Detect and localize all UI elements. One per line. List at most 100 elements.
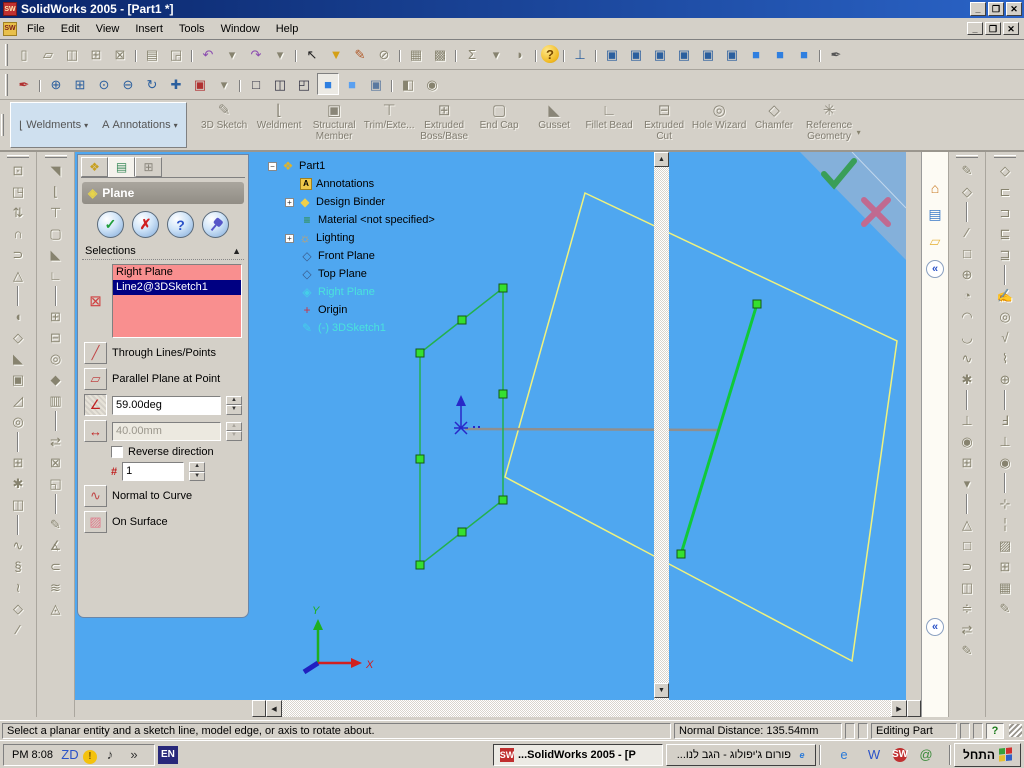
child-restore-button[interactable]: ❐ xyxy=(985,22,1001,35)
zoom-to-selection-icon[interactable]: ⊖ xyxy=(117,74,139,96)
shell-icon[interactable]: ▣ xyxy=(7,369,29,390)
hidden-lines-removed-icon[interactable]: ◰ xyxy=(293,74,315,96)
volume-icon[interactable]: ♪ xyxy=(99,744,121,766)
tables-icon[interactable]: ▦ xyxy=(994,577,1016,598)
print-preview-icon[interactable]: ◲ xyxy=(165,44,187,66)
curve-icon[interactable]: ∿ xyxy=(7,535,29,556)
structural-member-icon[interactable]: ⌊ xyxy=(45,181,67,202)
print-icon[interactable]: ▤ xyxy=(141,44,163,66)
number-of-planes-input[interactable]: 1 xyxy=(122,462,184,481)
through-lines-points-button[interactable]: ╱ xyxy=(84,342,107,364)
selection-item-line2-3dsketch1[interactable]: Line2@3DSketch1 xyxy=(113,280,241,295)
tree-item-right-plane[interactable]: ◈Right Plane xyxy=(268,283,435,301)
new-icon[interactable]: ▯ xyxy=(13,44,35,66)
sketch-vertex-handle[interactable] xyxy=(499,284,507,292)
revision-icon[interactable]: ✎ xyxy=(994,598,1016,619)
surface-finish-icon[interactable]: √ xyxy=(994,327,1016,348)
rotate-view-icon[interactable]: ↻ xyxy=(141,74,163,96)
maximize-button[interactable]: ❐ xyxy=(988,2,1004,16)
cmgr-button-fillet-bead[interactable]: ∟Fillet Bead xyxy=(582,100,637,150)
center-mark-icon[interactable]: ⊹ xyxy=(994,493,1016,514)
configurationmanager-tab[interactable]: ⊞ xyxy=(135,157,162,177)
save-icon[interactable]: ◫ xyxy=(61,44,83,66)
standard-views-dropdown-icon[interactable]: ▾ xyxy=(213,74,235,96)
sketch-vertex-handle[interactable] xyxy=(416,455,424,463)
cancel-button[interactable]: ✗ xyxy=(132,211,159,238)
mirror-entities-icon[interactable]: ◬ xyxy=(45,598,67,619)
plane2-icon[interactable]: ◇ xyxy=(994,160,1016,181)
expand-box-icon[interactable]: + xyxy=(285,234,294,243)
circular-pattern-icon[interactable]: ✱ xyxy=(7,473,29,494)
split-line-icon[interactable]: ≀ xyxy=(7,577,29,598)
chamfer2-icon[interactable]: ◆ xyxy=(45,369,67,390)
view-top-icon[interactable]: ▣ xyxy=(697,44,719,66)
balloon-icon[interactable]: ◎ xyxy=(994,306,1016,327)
toolbar-grip[interactable] xyxy=(956,155,978,158)
menu-item-file[interactable]: File xyxy=(19,21,53,37)
child-minimize-button[interactable]: _ xyxy=(967,22,983,35)
view-left-icon[interactable]: ▣ xyxy=(649,44,671,66)
tray-expand-icon[interactable]: » xyxy=(123,744,145,766)
on-surface-button[interactable]: ▨ xyxy=(84,511,107,533)
pin-button[interactable] xyxy=(202,211,229,238)
revolved-boss-icon[interactable]: ◳ xyxy=(7,181,29,202)
sketch-vertex-handle[interactable] xyxy=(499,496,507,504)
cmgr-button-gusset[interactable]: ◣Gusset xyxy=(527,100,582,150)
rib-icon[interactable]: ◣ xyxy=(7,348,29,369)
view-bottom-icon[interactable]: ▣ xyxy=(721,44,743,66)
sketch-vertex-handle[interactable] xyxy=(458,528,466,536)
cut-icon[interactable]: ⊟ xyxy=(45,327,67,348)
spin-view-icon[interactable]: ✒ xyxy=(13,74,35,96)
curvature-comb-icon[interactable]: ◗ xyxy=(509,43,531,65)
scroll-right-icon[interactable]: ▶ xyxy=(891,700,907,717)
sketch-vertex-handle[interactable] xyxy=(416,349,424,357)
view-dimetric-icon[interactable]: ■ xyxy=(793,43,815,65)
toolbar-grip[interactable] xyxy=(1,114,4,136)
move-entities-icon[interactable]: ⇄ xyxy=(956,619,978,640)
toolbar-grip[interactable] xyxy=(5,44,8,66)
three-point-arc-icon[interactable]: ◡ xyxy=(956,327,978,348)
expand-box-icon[interactable]: + xyxy=(285,198,294,207)
cmgr-button-weldment[interactable]: ⌊Weldment xyxy=(252,100,307,150)
tab-weldments[interactable]: ⌊ Weldments▾ xyxy=(15,117,92,134)
cmgr-button-extruded-boss-base[interactable]: ⊞Extruded Boss/Base xyxy=(417,100,472,150)
datum-target-icon[interactable]: ⊥ xyxy=(994,431,1016,452)
replace-face-icon[interactable]: ◱ xyxy=(45,473,67,494)
scroll-down-icon[interactable]: ▼ xyxy=(654,683,669,698)
trim-extend-icon[interactable]: ⊤ xyxy=(45,202,67,223)
pattern-dropdown-icon[interactable]: ▾ xyxy=(956,473,978,494)
pan-icon[interactable]: ✚ xyxy=(165,74,187,96)
menu-item-insert[interactable]: Insert xyxy=(127,21,171,37)
menu-item-help[interactable]: Help xyxy=(268,21,307,37)
circle-icon[interactable]: ⊕ xyxy=(956,264,978,285)
point-icon[interactable]: ✱ xyxy=(956,369,978,390)
end-cap-icon[interactable]: ▢ xyxy=(45,223,67,244)
helix-icon[interactable]: § xyxy=(7,556,29,577)
mirror-icon[interactable]: ◫ xyxy=(7,494,29,515)
sketch-3d-icon[interactable]: ✎ xyxy=(956,640,978,661)
convert-entities-icon[interactable]: ⊂ xyxy=(45,556,67,577)
ie-quicklaunch-icon[interactable]: e xyxy=(833,744,855,766)
view-isometric-icon[interactable]: ■ xyxy=(745,43,767,65)
select-icon[interactable]: ↖ xyxy=(301,44,323,66)
delete-face-icon[interactable]: ⊠ xyxy=(45,452,67,473)
cmgr-button-chamfer[interactable]: ◇Chamfer xyxy=(747,100,802,150)
reference-axis-icon[interactable]: ∕ xyxy=(7,619,29,640)
reference-plane-icon[interactable]: ◇ xyxy=(7,598,29,619)
propertymanager-tab[interactable]: ▤ xyxy=(108,157,135,177)
tree-item-origin[interactable]: +Origin xyxy=(268,301,435,319)
dynamic-mirror-icon[interactable]: ≑ xyxy=(956,598,978,619)
angle-spinner[interactable]: ▲▼ xyxy=(226,396,242,415)
view-back-icon[interactable]: ▣ xyxy=(625,44,647,66)
fillet-icon[interactable]: ◖ xyxy=(7,306,29,327)
offset-icon[interactable]: ⊃ xyxy=(956,556,978,577)
distance-button[interactable]: ↔ xyxy=(84,420,107,442)
design-library-icon[interactable]: ▤ xyxy=(928,206,941,223)
scrollbar-track[interactable] xyxy=(282,700,891,717)
taskbar-button-forum[interactable]: e פורום ג'יפולוג - הגב לנו... xyxy=(666,744,816,766)
dimension-icon[interactable]: ⊘ xyxy=(373,44,395,66)
tree-item-front-plane[interactable]: ◇Front Plane xyxy=(268,247,435,265)
cmgr-button-trim-exte[interactable]: ⊤Trim/Exte... xyxy=(362,100,417,150)
area-hatch-icon[interactable]: ▨ xyxy=(994,535,1016,556)
resize-grip[interactable] xyxy=(1009,724,1022,737)
